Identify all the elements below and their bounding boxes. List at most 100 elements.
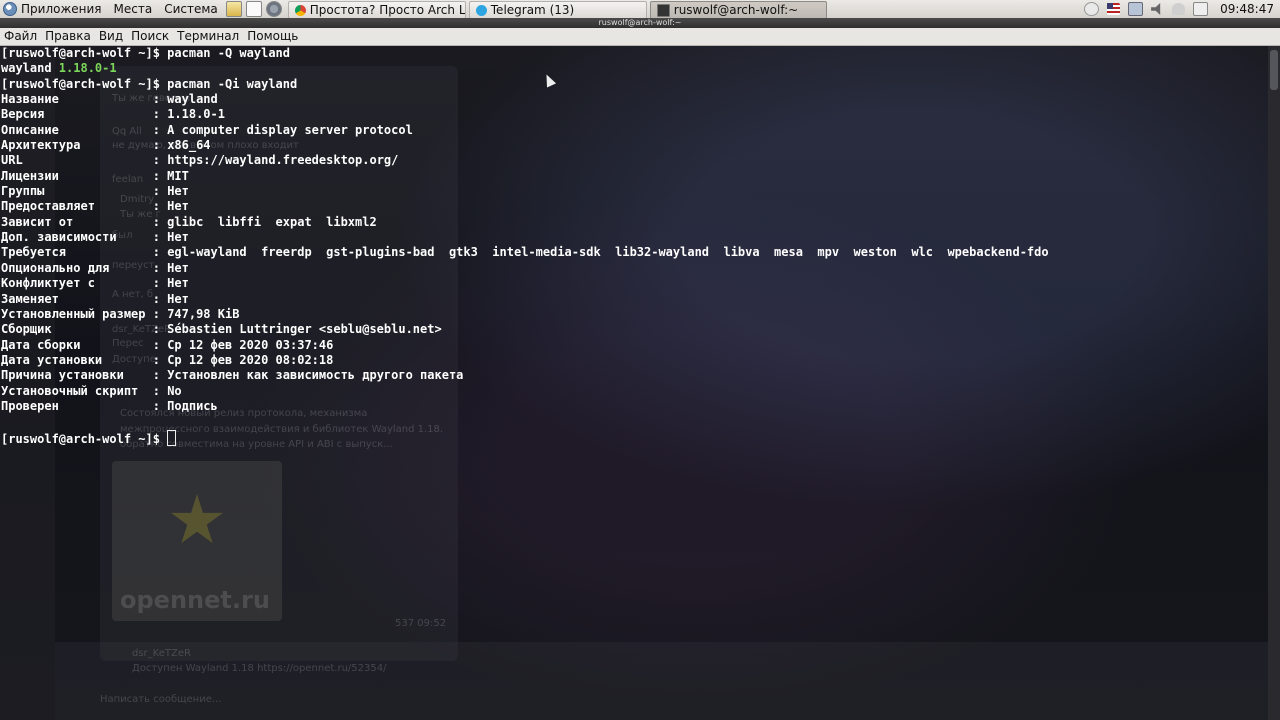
- info-row: Группы : Нет: [1, 184, 189, 198]
- system-menu[interactable]: Система: [158, 0, 224, 18]
- top-panel: Приложения Места Система Простота? Прост…: [0, 0, 1280, 19]
- output-package-version: 1.18.0-1: [58, 61, 117, 76]
- ghost-text: Написать сообщение...: [100, 694, 222, 705]
- info-value: Нет: [167, 184, 189, 199]
- terminal-menubar: Файл Правка Вид Поиск Терминал Помощь: [0, 28, 1280, 46]
- text-cursor: [167, 429, 177, 446]
- terminal-scrollbar[interactable]: [1268, 46, 1280, 720]
- info-value: wayland: [167, 92, 218, 107]
- ghost-text: 537 09:52: [395, 618, 447, 629]
- info-value: Нет: [167, 199, 189, 214]
- menu-search[interactable]: Поиск: [127, 28, 173, 45]
- distro-logo-icon: [3, 2, 17, 16]
- window-titlebar[interactable]: ruswolf@arch-wolf:~: [0, 18, 1280, 28]
- info-separator: :: [44, 107, 168, 122]
- info-separator: :: [22, 153, 168, 168]
- info-separator: :: [145, 306, 168, 321]
- info-value: Нет: [167, 276, 189, 291]
- info-row: Опционально для : Нет: [1, 261, 189, 275]
- info-separator: :: [58, 122, 168, 137]
- info-row: Предоставляет : Нет: [1, 199, 189, 213]
- info-key: Предоставляет: [1, 199, 95, 214]
- command: pacman -Q wayland: [167, 46, 290, 60]
- menu-file[interactable]: Файл: [0, 28, 41, 45]
- system-tray: 09:48:47: [1084, 2, 1280, 16]
- info-key: Конфликтует с: [1, 276, 95, 291]
- menu-view[interactable]: Вид: [95, 28, 127, 45]
- info-value: Ср 12 фев 2020 08:02:18: [167, 352, 334, 367]
- info-value: No: [167, 383, 182, 398]
- mail-icon[interactable]: [1193, 2, 1209, 16]
- keyboard-layout-us-flag-icon[interactable]: [1107, 3, 1121, 15]
- task-telegram[interactable]: Telegram (13): [468, 1, 647, 19]
- info-value: Нет: [167, 230, 189, 245]
- file-manager-launcher-icon[interactable]: [225, 1, 242, 17]
- notification-icon[interactable]: [1084, 2, 1100, 16]
- places-menu[interactable]: Места: [108, 0, 159, 18]
- info-row: Название : wayland: [1, 92, 218, 106]
- info-key: Причина установки: [1, 368, 124, 383]
- menu-help[interactable]: Помощь: [243, 28, 302, 45]
- info-separator: :: [80, 337, 168, 352]
- taskbar: Простота? Просто Arch L... Telegram (13)…: [287, 0, 830, 19]
- info-key: Дата установки: [1, 352, 103, 367]
- info-value: x86_64: [167, 138, 211, 153]
- info-key: Заменяет: [1, 291, 59, 306]
- info-value: https://wayland.freedesktop.org/: [167, 153, 399, 168]
- command: pacman -Qi wayland: [167, 76, 298, 91]
- prompt: [ruswolf@arch-wolf ~]$: [1, 46, 168, 60]
- info-key: Группы: [1, 184, 45, 199]
- settings-launcher-icon[interactable]: [265, 1, 282, 17]
- info-row: Архитектура : x86_64: [1, 138, 211, 152]
- menu-edit[interactable]: Правка: [41, 28, 95, 45]
- info-key: Версия: [1, 107, 45, 122]
- info-key: Сборщик: [1, 322, 52, 337]
- info-row: Заменяет : Нет: [1, 292, 189, 306]
- brightness-icon[interactable]: [1172, 3, 1186, 15]
- info-row: Дата сборки : Ср 12 фев 2020 03:37:46: [1, 338, 333, 352]
- text-editor-launcher-icon[interactable]: [245, 1, 262, 17]
- info-key: Установочный скрипт: [1, 383, 139, 398]
- info-key: Доп. зависимости: [1, 230, 117, 245]
- info-row: Описание : A computer display server pro…: [1, 123, 413, 137]
- info-row: Зависит от : glibc libffi expat libxml2: [1, 215, 377, 229]
- info-key: Лицензии: [1, 168, 59, 183]
- info-separator: :: [51, 322, 168, 337]
- terminal-view[interactable]: Ты же говорил Qq All не думаю, что в это…: [0, 46, 1268, 720]
- applications-menu[interactable]: Приложения: [0, 0, 108, 18]
- info-separator: :: [73, 214, 168, 229]
- info-value: glibc libffi expat libxml2: [167, 214, 377, 229]
- info-row: Лицензии : MIT: [1, 169, 189, 183]
- output-package-name: wayland: [1, 61, 59, 76]
- ghost-text: dsr_KeTZeR: [132, 648, 191, 659]
- menu-terminal[interactable]: Терминал: [173, 28, 243, 45]
- info-separator: :: [138, 383, 168, 398]
- clock[interactable]: 09:48:47: [1220, 2, 1274, 16]
- task-label: Простота? Просто Arch L...: [309, 3, 466, 17]
- ghost-opennet-logo: opennet.ru: [120, 586, 270, 614]
- info-separator: :: [58, 168, 168, 183]
- info-value: 747,98 KiB: [167, 306, 240, 321]
- info-row: Установленный размер : 747,98 KiB: [1, 307, 239, 321]
- package-info-block: Название : wayland Версия : 1.18.0-1 Опи…: [1, 92, 1049, 413]
- prompt: [ruswolf@arch-wolf ~]$: [1, 431, 168, 446]
- info-row: Версия : 1.18.0-1: [1, 107, 225, 121]
- info-separator: :: [94, 276, 168, 291]
- scrollbar-thumb[interactable]: [1270, 50, 1278, 90]
- info-key: Название: [1, 92, 59, 107]
- info-value: egl-wayland freerdp gst-plugins-bad gtk3…: [167, 245, 1049, 260]
- info-row: URL : https://wayland.freedesktop.org/: [1, 153, 398, 167]
- task-browser[interactable]: Простота? Просто Arch L...: [287, 1, 466, 19]
- info-key: URL: [1, 153, 23, 168]
- info-separator: :: [109, 260, 168, 275]
- info-row: Проверен : Подпись: [1, 399, 218, 413]
- info-row: Сборщик : Sébastien Luttringer <seblu@se…: [1, 322, 442, 336]
- info-value: Sébastien Luttringer <seblu@seblu.net>: [167, 322, 442, 337]
- info-separator: :: [102, 352, 168, 367]
- network-icon[interactable]: [1128, 2, 1144, 16]
- telegram-icon: [475, 4, 487, 16]
- info-row: Установочный скрипт : No: [1, 384, 182, 398]
- volume-icon[interactable]: [1151, 3, 1161, 15]
- task-terminal[interactable]: ruswolf@arch-wolf:~: [649, 1, 827, 19]
- ghost-input-area: [55, 642, 1268, 720]
